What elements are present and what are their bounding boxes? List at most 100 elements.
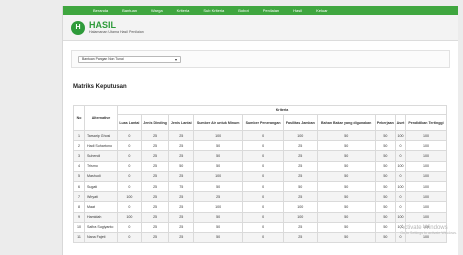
- watermark-line2: Go to Settings to activate Windows.: [400, 231, 457, 235]
- table-cell: 0: [242, 191, 284, 203]
- table-cell: 0: [242, 180, 284, 193]
- table-cell: 10: [73, 221, 85, 233]
- table-cell: 3: [73, 150, 85, 162]
- bantuan-select[interactable]: Bantuan Pangan Non Tunai ▾: [78, 55, 181, 63]
- table-cell: 25: [168, 211, 195, 223]
- nav-keluar[interactable]: Keluar: [316, 8, 328, 13]
- table-cell: 25: [282, 170, 318, 182]
- chevron-down-icon: ▾: [174, 56, 177, 62]
- table-cell: 50: [282, 180, 318, 193]
- table-row: 4 Trismo 0 25 50 50 0 25 50 50 100 100: [73, 160, 448, 172]
- table-cell: 0: [117, 201, 142, 213]
- table-cell: 50: [316, 201, 376, 213]
- nav-beranda[interactable]: Beranda: [93, 8, 108, 13]
- table-cell: Wiryati: [84, 191, 118, 203]
- nav-bobot[interactable]: Bobot: [238, 8, 248, 13]
- table-cell: 0: [395, 140, 406, 152]
- page-title: HASIL: [89, 19, 116, 30]
- table-cell: 25: [282, 140, 318, 152]
- table-cell: 25: [168, 140, 195, 152]
- table-row: 10 Safira Sugiyanto 0 25 25 50 0 25 50 50 100 100: [73, 221, 448, 233]
- table-cell: 50: [316, 150, 376, 162]
- table-cell: 0: [395, 150, 406, 162]
- table-cell: 50: [316, 160, 376, 172]
- table-cell: 25: [168, 129, 195, 142]
- table-cell: 11: [73, 231, 85, 244]
- table-cell: 50: [374, 140, 397, 152]
- table-cell: 25: [282, 191, 318, 203]
- col-header: Jenis Dinding: [140, 114, 170, 131]
- table-cell: 100: [404, 129, 448, 142]
- windows-activation-watermark: Activate Windows Go to Settings to activ…: [400, 225, 457, 235]
- table-cell: 4: [73, 160, 85, 172]
- table-cell: 50: [316, 180, 376, 193]
- table-cell: 25: [168, 191, 195, 203]
- table-cell: 50: [316, 129, 376, 142]
- logo-icon: H: [71, 20, 85, 35]
- table-cell: 50: [316, 231, 376, 244]
- table-cell: Suhendi: [84, 150, 118, 162]
- filter-bar: Bantuan Pangan Non Tunai ▾: [71, 50, 450, 68]
- table-cell: 50: [374, 221, 397, 233]
- table-cell: 25: [168, 150, 195, 162]
- table-cell: 50: [374, 211, 397, 223]
- table-cell: 0: [242, 129, 284, 142]
- table-cell: 50: [193, 211, 244, 223]
- table-cell: 25: [168, 201, 195, 213]
- nav-kriteria[interactable]: Kriteria: [177, 8, 190, 13]
- table-row: 8 Maat 0 25 25 100 0 100 50 50 0 100: [73, 201, 448, 213]
- col-header: Pendidikan Tertinggi: [404, 114, 448, 131]
- table-cell: 0: [242, 211, 284, 223]
- table-cell: 50: [374, 180, 397, 193]
- table-cell: 50: [374, 231, 397, 244]
- table-cell: 100: [395, 129, 406, 142]
- table-cell: 25: [282, 231, 318, 244]
- table-cell: 100: [404, 150, 448, 162]
- table-cell: 100: [404, 191, 448, 203]
- table-cell: 25: [140, 170, 170, 182]
- col-header: Jenis Lantai: [168, 114, 195, 131]
- col-header: Luas Lantai: [117, 114, 142, 131]
- table-cell: 50: [316, 170, 376, 182]
- table-cell: 0: [242, 170, 284, 182]
- table-cell: 50: [374, 160, 397, 172]
- table-cell: Hamidah: [84, 211, 118, 223]
- browser-page: Beranda Bantuan Warga Kriteria Sub Krite…: [62, 6, 458, 255]
- col-alternative-header: Alternative: [84, 105, 118, 131]
- table-cell: 25: [140, 160, 170, 172]
- table-cell: 100: [395, 160, 406, 172]
- table-cell: 50: [316, 221, 376, 233]
- table-cell: 25: [140, 211, 170, 223]
- table-header-row: No Alternative Kriteria: [73, 105, 447, 131]
- table-cell: 0: [242, 201, 284, 213]
- nav-penilaian[interactable]: Penilaian: [263, 8, 279, 13]
- table-cell: 25: [140, 140, 170, 152]
- table-row: 5 Mashudi 0 25 25 100 0 25 50 50 0 100: [73, 170, 448, 182]
- table-row: 6 Sugati 0 25 75 50 0 50 50 50 100 100: [73, 180, 448, 193]
- table-cell: 25: [140, 150, 170, 162]
- table-cell: Sugati: [84, 180, 118, 193]
- table-cell: 50: [316, 140, 376, 152]
- screenshot-frame: Beranda Bantuan Warga Kriteria Sub Krite…: [0, 0, 463, 255]
- nav-bantuan[interactable]: Bantuan: [122, 8, 137, 13]
- table-cell: Tarsarip Ghosi: [84, 129, 118, 142]
- table-cell: 25: [282, 221, 318, 233]
- table-cell: 100: [282, 211, 318, 223]
- nav-sub-kriteria[interactable]: Sub Kriteria: [203, 8, 224, 13]
- table-cell: 0: [242, 140, 284, 152]
- table-cell: Mashudi: [84, 170, 118, 182]
- table-cell: 50: [193, 160, 244, 172]
- table-cell: 100: [193, 129, 244, 142]
- table-cell: 25: [282, 150, 318, 162]
- table-cell: 25: [140, 231, 170, 244]
- table-cell: 25: [140, 191, 170, 203]
- table-cell: 100: [395, 211, 406, 223]
- nav-hasil[interactable]: Hasil: [293, 8, 302, 13]
- table-cell: 0: [117, 160, 142, 172]
- table-cell: 2: [73, 140, 85, 152]
- table-cell: 50: [374, 150, 397, 162]
- table-cell: 100: [395, 180, 406, 193]
- nav-warga[interactable]: Warga: [151, 8, 163, 13]
- table-cell: 25: [282, 160, 318, 172]
- col-header: Sumber Penerangan: [242, 114, 284, 131]
